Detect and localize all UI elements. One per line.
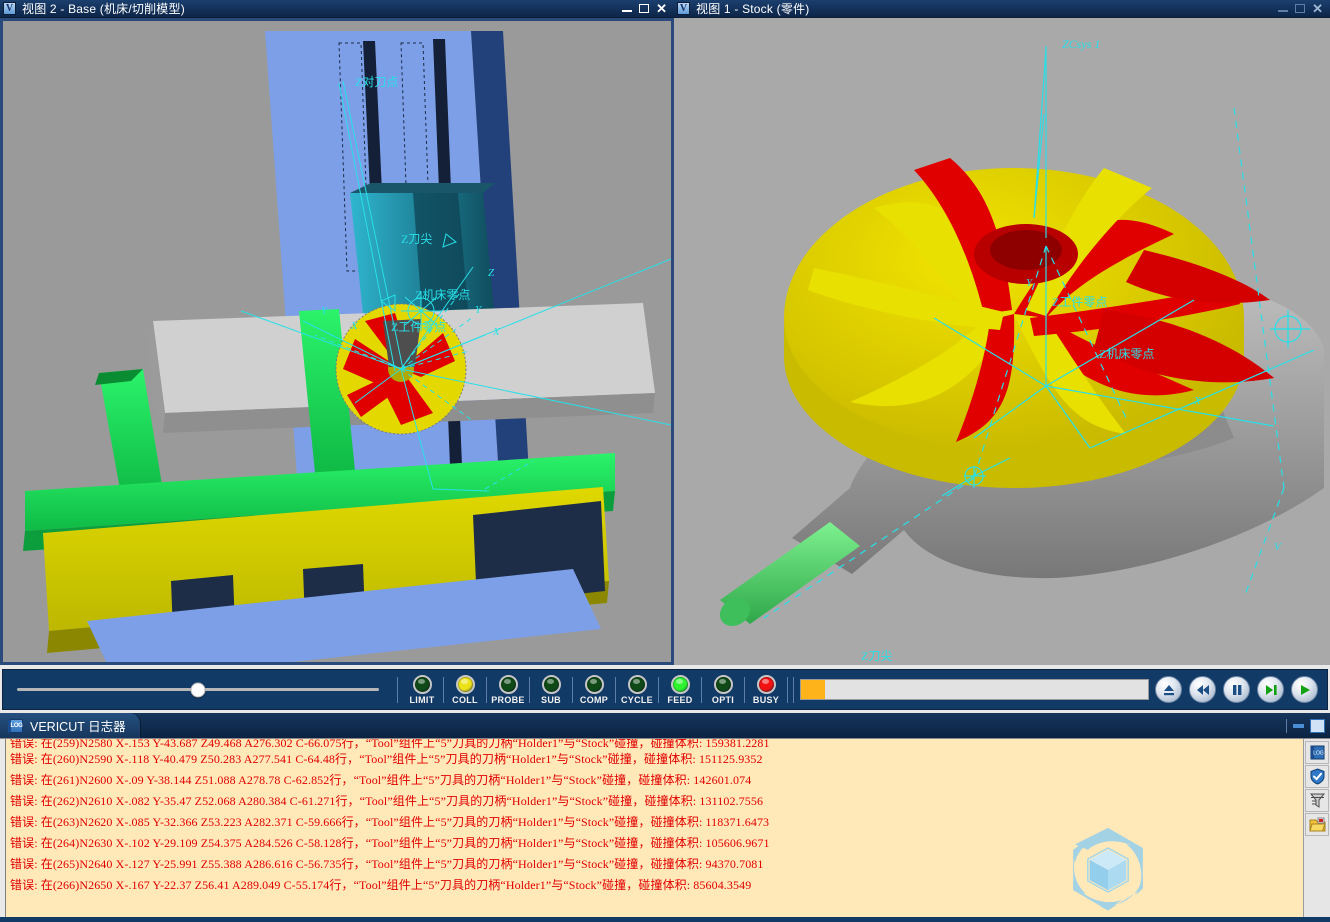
log-message-list[interactable]: 错误: 在(259)N2580 X-.153 Y-43.687 Z49.468 … — [6, 739, 1303, 922]
log-line: 错误: 在(260)N2590 X-.118 Y-40.479 Z50.283 … — [10, 752, 763, 766]
view1-viewport[interactable]: ZCsys 1 Z工件零点 Z机床零点 Z刀尖 Y X V V — [674, 18, 1330, 665]
view2-3d-scene: Z对刀点 Z刀尖 Z机床零点 Z工件零点 Y X X Z Y — [3, 21, 671, 662]
open-folder-icon[interactable] — [1305, 813, 1329, 836]
rewind-button[interactable] — [1189, 676, 1216, 703]
view2-maximize-button[interactable] — [639, 4, 650, 13]
lamp-label: PROBE — [491, 694, 525, 705]
view-window-base: V 视图 2 - Base (机床/切削模型) ✕ Z对刀点 Z刀尖 Z机床零点… — [0, 0, 674, 665]
lamp-indicator — [627, 674, 647, 694]
playback-button-group — [1155, 676, 1327, 703]
view2-minimize-button[interactable] — [622, 9, 633, 12]
log-line: 错误: 在(262)N2610 X-.082 Y-35.47 Z52.068 A… — [10, 794, 764, 808]
lamp-indicator — [756, 674, 776, 694]
log-line: 错误: 在(266)N2650 X-.167 Y-22.37 Z56.41 A2… — [10, 878, 752, 892]
log-line: 错误: 在(261)N2600 X-.09 Y-38.144 Z51.088 A… — [10, 773, 752, 787]
view2-close-button[interactable]: ✕ — [656, 2, 667, 15]
log-tab-row: LOG VERICUT 日志器 — [0, 713, 1330, 738]
lamp-label: LIMIT — [409, 694, 435, 705]
lamp-indicator — [670, 674, 690, 694]
scene-label-z-part-zero: Z工件零点 — [1052, 295, 1107, 309]
scene-label-z-machine-zero: Z机床零点 — [415, 288, 470, 302]
lamp-indicator — [713, 674, 733, 694]
vericut-application-window: V 视图 2 - Base (机床/切削模型) ✕ Z对刀点 Z刀尖 Z机床零点… — [0, 0, 1330, 922]
pause-button[interactable] — [1223, 676, 1250, 703]
scene-label-z-tool-tip: Z刀尖 — [861, 649, 892, 663]
view-window-stock: V 视图 1 - Stock (零件) ✕ ZCsys 1 Z工件零点 Z机床零… — [674, 0, 1330, 665]
view2-title: 视图 2 - Base (机床/切削模型) — [22, 2, 185, 16]
status-lamp-feed: FEED — [660, 674, 700, 705]
vericut-logo-icon: V — [677, 2, 690, 15]
lamp-indicator — [541, 674, 561, 694]
lamp-indicator — [455, 674, 475, 694]
lamp-label: COLL — [452, 694, 478, 705]
single-step-button[interactable] — [1257, 676, 1284, 703]
log-restore-button[interactable] — [1310, 718, 1325, 733]
simulation-progress-bar — [800, 679, 1149, 700]
vericut-log-panel: LOG VERICUT 日志器 错误: 在(259)N2580 X-.153 Y… — [0, 713, 1330, 922]
scene-label-z-tool-tip: Z刀尖 — [401, 232, 432, 246]
status-lamp-group: LIMIT COLL PROBE SUB COMP CYCLE FEED OPTI BUSY — [402, 669, 789, 710]
svg-text:Z: Z — [488, 267, 495, 279]
view2-titlebar[interactable]: V 视图 2 - Base (机床/切削模型) ✕ — [0, 0, 674, 18]
speed-slider-handle[interactable] — [190, 682, 206, 697]
status-lamp-sub: SUB — [531, 674, 571, 705]
log-body: 错误: 在(259)N2580 X-.153 Y-43.687 Z49.468 … — [0, 738, 1330, 922]
reset-button[interactable] — [1155, 676, 1182, 703]
scene-label-z-setting-point: Z对刀点 — [355, 75, 398, 89]
lamp-label: OPTI — [711, 694, 735, 705]
status-lamp-comp: COMP — [574, 674, 614, 705]
view1-maximize-button[interactable] — [1295, 4, 1306, 13]
scene-label-z-machine-zero: Z机床零点 — [1099, 347, 1154, 361]
svg-text:X: X — [350, 320, 359, 332]
simulation-progress-wrap — [798, 679, 1155, 700]
log-line: 错误: 在(264)N2630 X-.102 Y-29.109 Z54.375 … — [10, 836, 770, 850]
view1-titlebar[interactable]: V 视图 1 - Stock (零件) ✕ — [674, 0, 1330, 18]
svg-text:LOG: LOG — [1313, 750, 1324, 756]
tab-vericut-log[interactable]: LOG VERICUT 日志器 — [0, 713, 141, 738]
status-lamp-limit: LIMIT — [402, 674, 442, 705]
vericut-logo-icon: V — [3, 2, 16, 15]
lamp-indicator — [498, 674, 518, 694]
lamp-label: CYCLE — [620, 694, 653, 705]
lamp-label: BUSY — [752, 694, 780, 705]
log-sidebar-toolbar: LOG — [1303, 739, 1330, 922]
shield-check-icon[interactable] — [1305, 765, 1329, 788]
progress-fill — [801, 680, 826, 699]
lamp-indicator — [584, 674, 604, 694]
lamp-label: COMP — [579, 694, 609, 705]
log-tab-label: VERICUT 日志器 — [30, 720, 126, 734]
scene-label-z-part-zero: Z工件零点 — [391, 320, 446, 334]
view1-close-button[interactable]: ✕ — [1312, 2, 1323, 15]
scene-label-zcsys1: ZCsys 1 — [1062, 37, 1100, 51]
view1-3d-scene: ZCsys 1 Z工件零点 Z机床零点 Z刀尖 Y X V V — [674, 18, 1330, 665]
log-line: 错误: 在(263)N2620 X-.085 Y-32.366 Z53.223 … — [10, 815, 770, 829]
log-book-icon[interactable]: LOG — [1305, 741, 1329, 764]
log-line: 错误: 在(265)N2640 X-.127 Y-25.991 Z55.388 … — [10, 857, 764, 871]
play-button[interactable] — [1291, 676, 1318, 703]
status-lamp-busy: BUSY — [746, 674, 786, 705]
svg-text:X: X — [492, 326, 501, 338]
view2-viewport[interactable]: Z对刀点 Z刀尖 Z机床零点 Z工件零点 Y X X Z Y — [0, 18, 674, 665]
simulation-speed-slider[interactable] — [3, 682, 393, 697]
log-line: 错误: 在(259)N2580 X-.153 Y-43.687 Z49.468 … — [10, 739, 770, 749]
status-lamp-probe: PROBE — [488, 674, 528, 705]
lamp-indicator — [412, 674, 432, 694]
status-lamp-cycle: CYCLE — [617, 674, 657, 705]
view1-minimize-button[interactable] — [1278, 9, 1289, 12]
view1-title: 视图 1 - Stock (零件) — [696, 2, 810, 16]
lamp-label: FEED — [667, 694, 693, 705]
lamp-label: SUB — [541, 694, 561, 705]
simulation-control-bar: LIMIT COLL PROBE SUB COMP CYCLE FEED OPTI BUSY — [0, 665, 1330, 713]
svg-text:X: X — [1193, 395, 1202, 407]
status-lamp-coll: COLL — [445, 674, 485, 705]
filter-tree-icon[interactable] — [1305, 789, 1329, 812]
log-book-icon: LOG — [8, 718, 23, 733]
bottom-status-strip — [0, 917, 1330, 922]
status-lamp-opti: OPTI — [703, 674, 743, 705]
log-minimize-button[interactable] — [1293, 723, 1304, 728]
